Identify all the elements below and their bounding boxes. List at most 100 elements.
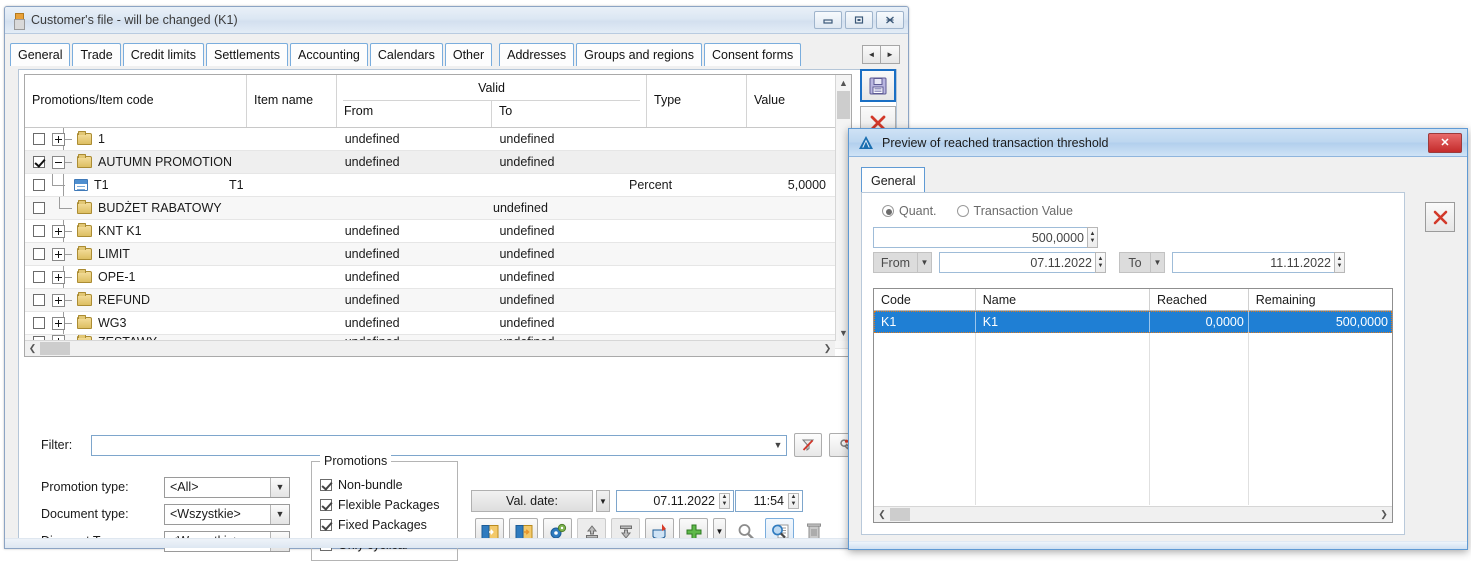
column-type[interactable]: Type [647, 75, 747, 127]
from-date-spinner[interactable]: ▲ ▼ [1095, 252, 1106, 273]
filter-input[interactable]: ▼ [91, 434, 787, 456]
to-date-spinner[interactable]: ▲ ▼ [1334, 252, 1345, 273]
from-dropdown-icon[interactable]: ▼ [918, 252, 932, 273]
column-valid-from[interactable]: From [337, 101, 491, 127]
val-time-spinner[interactable]: ▲ ▼ [788, 493, 799, 509]
tab-calendars[interactable]: Calendars [369, 43, 443, 66]
checkbox-icon[interactable] [320, 519, 332, 531]
column-promotions[interactable]: Promotions/Item code [25, 75, 247, 127]
tab-trade[interactable]: Trade [72, 43, 121, 66]
tab-credit-limits[interactable]: Credit limits [122, 43, 204, 66]
dialog-close-button[interactable]: ✕ [1428, 132, 1462, 153]
tree-horizontal-scrollbar[interactable]: ❮ ❯ [25, 340, 835, 356]
row-checkbox[interactable] [33, 294, 45, 306]
scroll-thumb[interactable] [837, 91, 850, 119]
filter-clear-button[interactable] [794, 433, 822, 457]
scroll-thumb-h[interactable] [40, 342, 70, 355]
collapse-icon[interactable] [52, 155, 65, 169]
scroll-right-icon[interactable]: ❯ [820, 341, 835, 356]
chevron-down-icon[interactable]: ▼ [270, 504, 289, 524]
checkbox-icon[interactable] [320, 479, 332, 491]
checkbox-icon[interactable] [320, 499, 332, 511]
val-date-spinner[interactable]: ▲ ▼ [719, 493, 730, 509]
tab-accounting[interactable]: Accounting [290, 43, 368, 66]
tree-line [65, 138, 72, 140]
dialog-cancel-button[interactable] [1425, 202, 1455, 232]
column-remaining[interactable]: Remaining [1249, 289, 1392, 310]
to-date-input[interactable]: 11.11.2022 [1172, 252, 1335, 273]
row-checkbox[interactable] [33, 248, 45, 260]
tab-consent-forms[interactable]: Consent forms [703, 43, 802, 66]
column-valid[interactable]: Valid From To [337, 75, 647, 127]
tab-addresses[interactable]: Addresses [499, 43, 575, 66]
table-row[interactable]: K1 K1 0,0000 500,0000 [874, 311, 1392, 333]
chevron-down-icon[interactable]: ▼ [770, 436, 786, 455]
table-row[interactable]: KNT K1 undefined undefined [25, 220, 851, 243]
tab-general[interactable]: General [10, 43, 71, 66]
table-row[interactable]: 1 undefined undefined [25, 128, 851, 151]
close-button[interactable] [876, 11, 904, 29]
tab-next-button[interactable]: ► [881, 45, 900, 64]
column-valid-to[interactable]: To [491, 101, 646, 127]
to-dropdown-icon[interactable]: ▼ [1151, 252, 1165, 273]
tab-prev-button[interactable]: ◄ [862, 45, 881, 64]
radio-transaction-value[interactable] [956, 205, 969, 217]
scroll-thumb-h[interactable] [890, 508, 910, 521]
table-row[interactable]: WG3 undefined undefined [25, 312, 851, 335]
checkbox-fixed-packages[interactable]: Fixed Packages [320, 515, 457, 535]
table-row[interactable]: OPE-1 undefined undefined [25, 266, 851, 289]
row-checkbox[interactable] [33, 225, 45, 237]
row-checkbox[interactable] [33, 271, 45, 283]
table-row[interactable]: T1 T1 Percent 5,0000 [25, 173, 851, 197]
val-date-input[interactable]: 07.11.2022 ▲ ▼ [616, 490, 734, 512]
scroll-right-icon[interactable]: ❯ [1376, 507, 1392, 522]
expand-icon[interactable] [52, 224, 65, 238]
tab-groups-and-regions[interactable]: Groups and regions [576, 43, 702, 66]
tab-other[interactable]: Other [444, 43, 493, 66]
tab-settlements[interactable]: Settlements [205, 43, 288, 66]
expand-icon[interactable] [52, 293, 65, 307]
val-date-dropdown-icon[interactable]: ▼ [596, 490, 610, 512]
checkbox-non-bundle[interactable]: Non-bundle [320, 475, 457, 495]
amount-spinner[interactable]: ▲ ▼ [1087, 227, 1098, 248]
expand-icon[interactable] [52, 132, 65, 146]
column-name[interactable]: Name [976, 289, 1150, 310]
row-checkbox[interactable] [33, 156, 45, 168]
table-row[interactable]: REFUND undefined undefined [25, 289, 851, 312]
table-row[interactable]: BUDŻET RABATOWY undefined [25, 196, 851, 220]
promotion-type-row: Promotion type: <All> ▼ [41, 475, 290, 499]
expand-icon[interactable] [52, 270, 65, 284]
amount-input[interactable]: 500,0000 [873, 227, 1088, 248]
expand-icon[interactable] [52, 316, 65, 330]
column-code[interactable]: Code [874, 289, 976, 310]
document-type-select[interactable]: <Wszystkie> ▼ [164, 503, 290, 525]
row-checkbox[interactable] [33, 202, 45, 214]
val-date-button[interactable]: Val. date: [471, 490, 593, 512]
chevron-down-icon[interactable]: ▼ [270, 477, 289, 497]
column-item-name[interactable]: Item name [247, 75, 337, 127]
expand-icon[interactable] [52, 247, 65, 261]
val-time-input[interactable]: 11:54 ▲ ▼ [735, 490, 803, 512]
maximize-button[interactable] [845, 11, 873, 29]
scroll-left-icon[interactable]: ❮ [25, 341, 40, 356]
row-valid-from: undefined [344, 293, 400, 307]
checkbox-flexible-packages[interactable]: Flexible Packages [320, 495, 457, 515]
scroll-up-icon[interactable]: ▲ [836, 75, 851, 91]
table-row[interactable]: LIMIT undefined undefined [25, 243, 851, 266]
radio-quant[interactable] [882, 205, 894, 217]
row-checkbox[interactable] [33, 133, 45, 145]
table-row[interactable]: AUTUMN PROMOTION undefined undefined [25, 151, 851, 174]
column-reached[interactable]: Reached [1150, 289, 1249, 310]
folder-icon [77, 269, 92, 283]
tab-general[interactable]: General [861, 167, 926, 193]
row-checkbox[interactable] [33, 317, 45, 329]
scroll-left-icon[interactable]: ❮ [874, 507, 890, 522]
tab-strip: General Trade Credit limits Settlements … [5, 38, 908, 66]
promotion-type-select[interactable]: <All> ▼ [164, 476, 290, 498]
save-button[interactable] [860, 69, 896, 102]
from-date-input[interactable]: 07.11.2022 [939, 252, 1096, 273]
tree-elbow [59, 196, 72, 220]
row-checkbox[interactable] [33, 179, 45, 191]
minimize-button[interactable] [814, 11, 842, 29]
grid-horizontal-scrollbar[interactable]: ❮ ❯ [874, 506, 1392, 522]
